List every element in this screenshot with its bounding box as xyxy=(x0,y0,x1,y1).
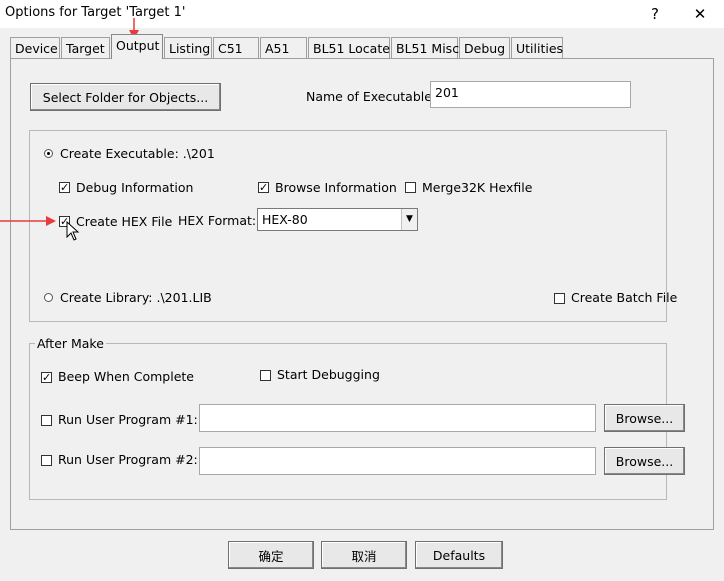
run-user-program-1-input[interactable] xyxy=(199,404,596,432)
cancel-button[interactable]: 取消 xyxy=(321,541,407,569)
browse-program-1-button[interactable]: Browse... xyxy=(604,404,685,432)
run-user-program-1-checkbox[interactable] xyxy=(41,415,52,426)
run-user-program-2-checkbox[interactable] xyxy=(41,455,52,466)
create-library-radio[interactable] xyxy=(44,293,53,302)
create-library-label: Create Library: .\201.LIB xyxy=(60,290,212,305)
beep-when-complete-checkbox[interactable]: ✓ xyxy=(41,372,52,383)
tab-debug[interactable]: Debug xyxy=(459,37,510,58)
hex-format-value: HEX-80 xyxy=(262,212,308,227)
create-hex-file-label: Create HEX File xyxy=(76,214,173,229)
hex-format-select[interactable]: HEX-80 ▼ xyxy=(257,208,418,231)
start-debugging-label: Start Debugging xyxy=(277,367,380,382)
name-of-executable-input[interactable]: 201 xyxy=(430,81,631,108)
create-batch-file-checkbox[interactable] xyxy=(554,293,565,304)
tab-strip: Device Target Output Listing C51 A51 BL5… xyxy=(0,34,724,62)
merge32k-hexfile-checkbox[interactable] xyxy=(405,182,416,193)
browse-program-2-button[interactable]: Browse... xyxy=(604,447,685,475)
close-button[interactable]: ✕ xyxy=(688,3,712,25)
tab-listing[interactable]: Listing xyxy=(164,37,212,58)
merge32k-hexfile-label: Merge32K Hexfile xyxy=(422,180,533,195)
run-user-program-2-label: Run User Program #2: xyxy=(58,452,198,467)
window-title: Options for Target 'Target 1' xyxy=(5,5,186,20)
tab-target[interactable]: Target xyxy=(61,37,110,58)
beep-when-complete-label: Beep When Complete xyxy=(58,369,194,384)
debug-information-checkbox[interactable]: ✓ xyxy=(59,182,70,193)
mouse-cursor-icon xyxy=(66,221,80,241)
create-executable-radio[interactable] xyxy=(44,149,53,158)
tab-bl51-locate[interactable]: BL51 Locate xyxy=(308,37,390,58)
run-user-program-1-label: Run User Program #1: xyxy=(58,412,198,427)
after-make-title: After Make xyxy=(35,336,106,351)
name-of-executable-label: Name of Executable: xyxy=(306,89,437,104)
ok-button[interactable]: 确定 xyxy=(228,541,314,569)
run-user-program-2-input[interactable] xyxy=(199,447,596,475)
tab-a51[interactable]: A51 xyxy=(260,37,307,58)
tab-output[interactable]: Output xyxy=(111,34,163,59)
tab-device[interactable]: Device xyxy=(10,37,60,58)
defaults-button[interactable]: Defaults xyxy=(415,541,503,569)
hex-format-label: HEX Format: xyxy=(178,213,257,228)
tab-c51[interactable]: C51 xyxy=(213,37,259,58)
annotation-arrow-right-icon xyxy=(0,216,56,226)
tab-bl51-misc[interactable]: BL51 Misc xyxy=(391,37,459,58)
start-debugging-checkbox[interactable] xyxy=(260,370,271,381)
help-button[interactable]: ? xyxy=(643,3,667,25)
browse-information-label: Browse Information xyxy=(275,180,397,195)
debug-information-label: Debug Information xyxy=(76,180,194,195)
browse-information-checkbox[interactable]: ✓ xyxy=(258,182,269,193)
dropdown-arrow-icon[interactable]: ▼ xyxy=(401,209,417,230)
select-folder-button[interactable]: Select Folder for Objects... xyxy=(30,83,221,111)
create-batch-file-label: Create Batch File xyxy=(571,290,678,305)
create-executable-label: Create Executable: .\201 xyxy=(60,146,215,161)
tab-utilities[interactable]: Utilities xyxy=(511,37,563,58)
